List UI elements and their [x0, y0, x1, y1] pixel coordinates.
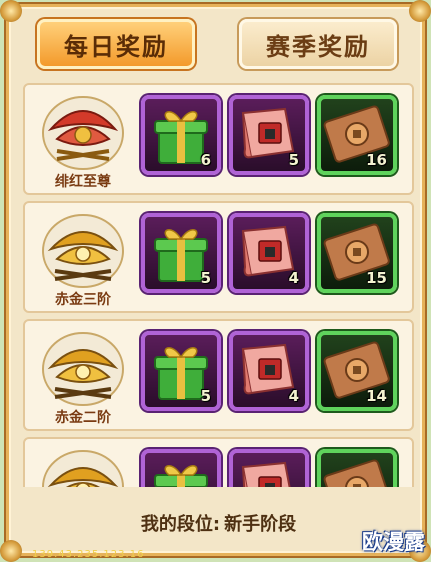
reward-item-scroll[interactable] — [229, 449, 309, 487]
corner-ornament — [409, 0, 431, 22]
crimson-crest-icon — [42, 96, 124, 170]
rank-label: 赤金二阶 — [55, 410, 111, 426]
item-quantity: 4 — [288, 387, 299, 405]
gold-crest-icon — [42, 214, 124, 288]
reward-item-gift[interactable] — [141, 449, 221, 487]
rank-badge: 赤金三阶 — [33, 207, 133, 311]
item-quantity: 15 — [366, 269, 387, 287]
my-rank-footer: 我的段位: 新手阶段 — [23, 491, 414, 553]
reward-item-gift[interactable]: 6 — [141, 95, 221, 175]
gold-crest-icon — [42, 450, 124, 487]
reward-item-scroll[interactable]: 4 — [229, 213, 309, 293]
item-quantity: 5 — [200, 269, 211, 287]
reward-item-coin-ticket[interactable]: 15 — [317, 213, 397, 293]
ip-overlay-text: 139.43.235.123.16 — [32, 549, 145, 560]
reward-item-gift[interactable]: 5 — [141, 331, 221, 411]
reward-item-coin-ticket[interactable]: 14 — [317, 331, 397, 411]
reward-list[interactable]: 绯红至尊 6 5 16 赤金三阶 5 4 15 赤金二阶 5 4 14 — [23, 83, 414, 487]
watermark-text: 欧漫露 — [362, 530, 425, 554]
reward-panel: 每日奖励 赛季奖励 绯红至尊 6 5 16 赤金三阶 5 4 15 赤金二阶 5… — [6, 4, 425, 556]
rank-label: 赤金三阶 — [55, 292, 111, 308]
reward-item-gift[interactable]: 5 — [141, 213, 221, 293]
tab-season-rewards[interactable]: 赛季奖励 — [239, 19, 397, 69]
reward-row — [23, 437, 414, 487]
reward-item-scroll[interactable]: 4 — [229, 331, 309, 411]
my-rank-label: 我的段位: — [140, 514, 221, 535]
tab-bar: 每日奖励 赛季奖励 — [9, 7, 422, 77]
reward-item-coin-ticket[interactable] — [317, 449, 397, 487]
reward-items: 5 4 14 — [141, 331, 411, 417]
item-quantity: 5 — [288, 151, 299, 169]
rank-label: 绯红至尊 — [55, 174, 111, 190]
item-quantity: 6 — [200, 151, 211, 169]
scroll-icon — [241, 461, 291, 487]
gift-box-icon — [154, 465, 208, 487]
item-quantity: 5 — [200, 387, 211, 405]
rank-badge — [33, 443, 133, 487]
reward-items: 5 4 15 — [141, 213, 411, 299]
reward-row: 赤金二阶 5 4 14 — [23, 319, 414, 431]
reward-row: 绯红至尊 6 5 16 — [23, 83, 414, 195]
reward-item-coin-ticket[interactable]: 16 — [317, 95, 397, 175]
gold-crest-icon — [42, 332, 124, 406]
tab-daily-rewards[interactable]: 每日奖励 — [37, 19, 195, 69]
reward-items: 6 5 16 — [141, 95, 411, 181]
reward-items — [141, 449, 411, 487]
item-quantity: 14 — [366, 387, 387, 405]
reward-item-scroll[interactable]: 5 — [229, 95, 309, 175]
corner-ornament — [0, 540, 22, 562]
item-quantity: 16 — [366, 151, 387, 169]
corner-ornament — [0, 0, 22, 22]
item-quantity: 4 — [288, 269, 299, 287]
reward-row: 赤金三阶 5 4 15 — [23, 201, 414, 313]
rank-badge: 绯红至尊 — [33, 89, 133, 193]
coin-ticket-icon — [323, 459, 390, 487]
rank-badge: 赤金二阶 — [33, 325, 133, 429]
my-rank-value: 新手阶段 — [224, 514, 297, 535]
